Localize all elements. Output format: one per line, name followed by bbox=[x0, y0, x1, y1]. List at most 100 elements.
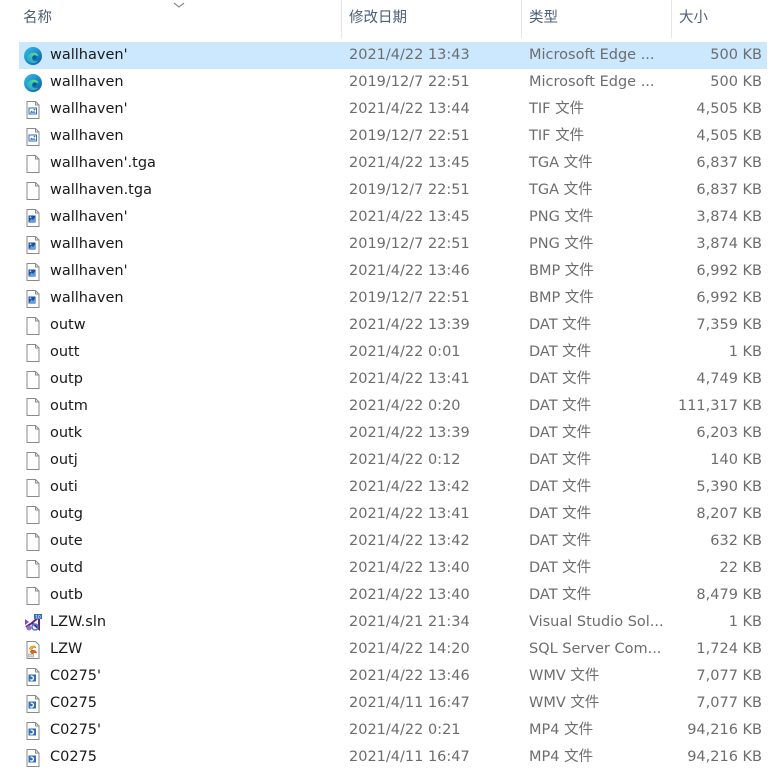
column-header-date-modified[interactable]: 修改日期 bbox=[341, 0, 521, 38]
file-size: 6,992 KB bbox=[696, 290, 762, 306]
file-size: 6,992 KB bbox=[696, 263, 762, 279]
file-row[interactable]: LZW 2021/4/22 14:20 SQL Server Com... 1,724… bbox=[19, 636, 767, 663]
blank-file-icon bbox=[23, 370, 43, 390]
file-date-modified: 2019/12/7 22:51 bbox=[349, 236, 470, 252]
file-date-modified: 2021/4/22 14:20 bbox=[349, 641, 470, 657]
file-type: DAT 文件 bbox=[529, 371, 592, 387]
file-row[interactable]: outk 2021/4/22 13:39 DAT 文件 6,203 KB bbox=[19, 420, 767, 447]
file-name: outp bbox=[50, 371, 83, 387]
column-header-size[interactable]: 大小 bbox=[671, 0, 771, 38]
blank-file-icon bbox=[23, 505, 43, 525]
file-type: DAT 文件 bbox=[529, 533, 592, 549]
blank-file-icon bbox=[23, 478, 43, 498]
file-row[interactable]: C0275 2021/4/11 16:47 MP4 文件 94,216 KB bbox=[19, 744, 767, 771]
file-row[interactable]: 10 LZW.sln 2021/4/21 21:34 Visual Studio So… bbox=[19, 609, 767, 636]
file-name: outm bbox=[50, 398, 88, 414]
video-file-icon bbox=[23, 721, 43, 741]
file-size: 500 KB bbox=[710, 47, 762, 63]
file-type: Microsoft Edge ... bbox=[529, 47, 655, 63]
file-size: 6,837 KB bbox=[696, 182, 762, 198]
file-name: C0275' bbox=[50, 722, 102, 738]
file-name: wallhaven' bbox=[50, 101, 128, 117]
column-header-bar: 名称 修改日期 类型 大小 bbox=[0, 0, 771, 38]
file-name: wallhaven bbox=[50, 128, 124, 144]
file-type: BMP 文件 bbox=[529, 263, 594, 279]
file-row[interactable]: outi 2021/4/22 13:42 DAT 文件 5,390 KB bbox=[19, 474, 767, 501]
file-name: LZW.sln bbox=[50, 614, 107, 630]
file-row[interactable]: oute 2021/4/22 13:42 DAT 文件 632 KB bbox=[19, 528, 767, 555]
video-file-icon bbox=[23, 667, 43, 687]
file-name: C0275 bbox=[50, 749, 98, 765]
file-type: MP4 文件 bbox=[529, 749, 594, 765]
blank-file-icon bbox=[23, 586, 43, 606]
blank-file-icon bbox=[23, 316, 43, 336]
tif-file-icon bbox=[23, 100, 43, 120]
blank-file-icon bbox=[23, 532, 43, 552]
file-type: DAT 文件 bbox=[529, 479, 592, 495]
file-size: 6,203 KB bbox=[696, 425, 762, 441]
image-file-icon bbox=[23, 262, 43, 282]
file-row[interactable]: outd 2021/4/22 13:40 DAT 文件 22 KB bbox=[19, 555, 767, 582]
file-name: outb bbox=[50, 587, 83, 603]
file-size: 94,216 KB bbox=[687, 722, 762, 738]
file-row[interactable]: outb 2021/4/22 13:40 DAT 文件 8,479 KB bbox=[19, 582, 767, 609]
file-date-modified: 2019/12/7 22:51 bbox=[349, 128, 470, 144]
file-date-modified: 2019/12/7 22:51 bbox=[349, 74, 470, 90]
file-row[interactable]: outj 2021/4/22 0:12 DAT 文件 140 KB bbox=[19, 447, 767, 474]
file-row[interactable]: wallhaven 2019/12/7 22:51 PNG 文件 3,874 KB bbox=[19, 231, 767, 258]
column-header-type[interactable]: 类型 bbox=[521, 0, 671, 38]
file-date-modified: 2021/4/22 13:40 bbox=[349, 560, 470, 576]
file-row[interactable]: wallhaven 2019/12/7 22:51 TIF 文件 4,505 KB bbox=[19, 123, 767, 150]
file-size: 3,874 KB bbox=[696, 236, 762, 252]
file-row[interactable]: C0275' 2021/4/22 13:46 WMV 文件 7,077 KB bbox=[19, 663, 767, 690]
file-name: wallhaven.tga bbox=[50, 182, 152, 198]
file-name: outg bbox=[50, 506, 83, 522]
file-date-modified: 2021/4/22 13:44 bbox=[349, 101, 470, 117]
file-size: 22 KB bbox=[719, 560, 762, 576]
file-type: Visual Studio Sol... bbox=[529, 614, 664, 630]
file-size: 7,077 KB bbox=[696, 695, 762, 711]
file-size: 5,390 KB bbox=[696, 479, 762, 495]
file-date-modified: 2021/4/11 16:47 bbox=[349, 695, 470, 711]
file-type: TGA 文件 bbox=[529, 182, 593, 198]
file-name: wallhaven bbox=[50, 290, 124, 306]
file-row[interactable]: wallhaven' 2021/4/22 13:45 PNG 文件 3,874 KB bbox=[19, 204, 767, 231]
file-name: wallhaven' bbox=[50, 263, 128, 279]
file-row[interactable]: outp 2021/4/22 13:41 DAT 文件 4,749 KB bbox=[19, 366, 767, 393]
blank-file-icon bbox=[23, 451, 43, 471]
file-date-modified: 2021/4/22 0:01 bbox=[349, 344, 461, 360]
file-row[interactable]: wallhaven'.tga 2021/4/22 13:45 TGA 文件 6,837… bbox=[19, 150, 767, 177]
file-name: outi bbox=[50, 479, 78, 495]
file-date-modified: 2021/4/22 0:12 bbox=[349, 452, 461, 468]
tif-file-icon bbox=[23, 127, 43, 147]
file-row[interactable]: C0275 2021/4/11 16:47 WMV 文件 7,077 KB bbox=[19, 690, 767, 717]
file-type: MP4 文件 bbox=[529, 722, 594, 738]
image-file-icon bbox=[23, 208, 43, 228]
file-row[interactable]: wallhaven.tga 2019/12/7 22:51 TGA 文件 6,837 … bbox=[19, 177, 767, 204]
file-date-modified: 2021/4/21 21:34 bbox=[349, 614, 470, 630]
file-row[interactable]: wallhaven' 2021/4/22 13:46 BMP 文件 6,992 KB bbox=[19, 258, 767, 285]
file-type: DAT 文件 bbox=[529, 452, 592, 468]
file-type: PNG 文件 bbox=[529, 236, 594, 252]
file-row[interactable]: wallhaven 2019/12/7 22:51 BMP 文件 6,992 KB bbox=[19, 285, 767, 312]
file-row[interactable]: wallhaven 2019/12/7 22:51 Microsoft Edge .… bbox=[19, 69, 767, 96]
visual-studio-icon: 10 bbox=[23, 613, 43, 633]
file-row[interactable]: outg 2021/4/22 13:41 DAT 文件 8,207 KB bbox=[19, 501, 767, 528]
file-row[interactable]: outm 2021/4/22 0:20 DAT 文件 111,317 KB bbox=[19, 393, 767, 420]
file-row[interactable]: wallhaven' 2021/4/22 13:44 TIF 文件 4,505 KB bbox=[19, 96, 767, 123]
file-type: TIF 文件 bbox=[529, 128, 585, 144]
file-name: wallhaven' bbox=[50, 47, 128, 63]
file-type: DAT 文件 bbox=[529, 506, 592, 522]
file-type: WMV 文件 bbox=[529, 668, 600, 684]
file-size: 1,724 KB bbox=[696, 641, 762, 657]
file-row[interactable]: C0275' 2021/4/22 0:21 MP4 文件 94,216 KB bbox=[19, 717, 767, 744]
file-name: outt bbox=[50, 344, 80, 360]
file-size: 8,207 KB bbox=[696, 506, 762, 522]
file-name: outw bbox=[50, 317, 86, 333]
file-type: DAT 文件 bbox=[529, 587, 592, 603]
file-date-modified: 2021/4/22 13:42 bbox=[349, 533, 470, 549]
file-row[interactable]: wallhaven' 2021/4/22 13:43 Microsoft Edge … bbox=[19, 42, 767, 69]
file-type: DAT 文件 bbox=[529, 398, 592, 414]
file-row[interactable]: outt 2021/4/22 0:01 DAT 文件 1 KB bbox=[19, 339, 767, 366]
file-row[interactable]: outw 2021/4/22 13:39 DAT 文件 7,359 KB bbox=[19, 312, 767, 339]
